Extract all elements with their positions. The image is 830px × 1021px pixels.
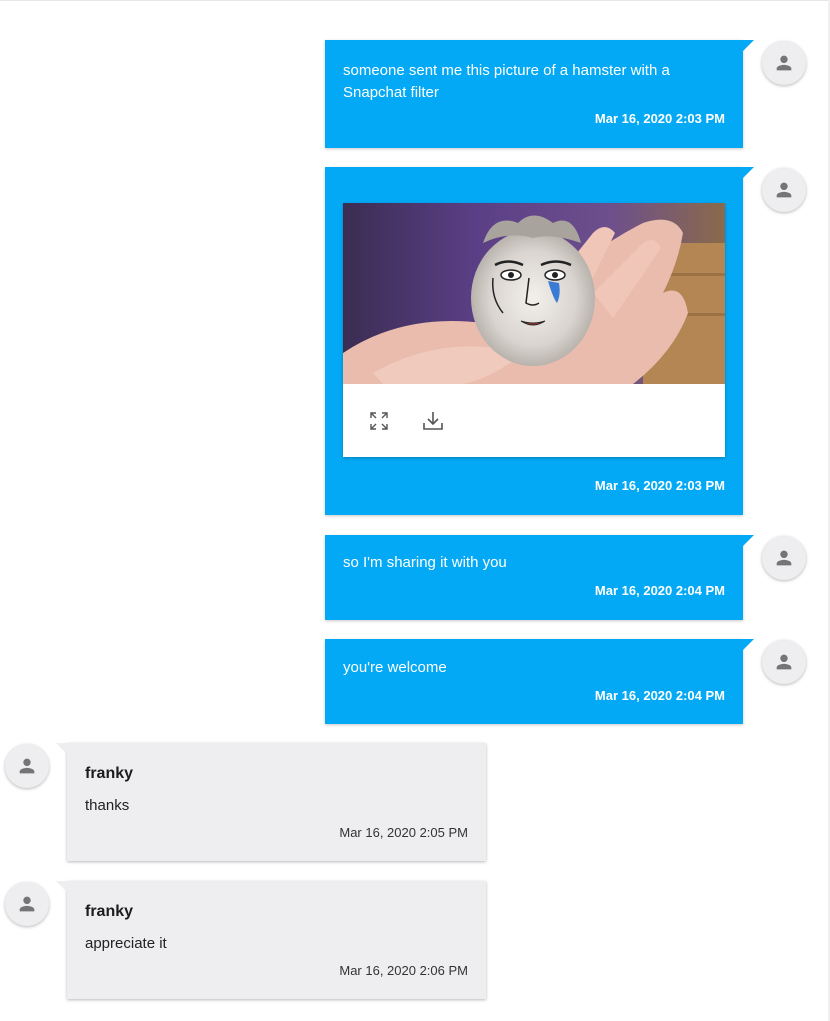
outgoing-message[interactable]: so I'm sharing it with you Mar 16, 2020 …	[325, 535, 754, 620]
attachment-actions	[343, 384, 725, 457]
avatar[interactable]	[762, 536, 806, 580]
avatar[interactable]	[5, 744, 49, 788]
fullscreen-icon	[370, 411, 388, 430]
fullscreen-button[interactable]	[357, 399, 401, 443]
message-timestamp: Mar 16, 2020 2:05 PM	[339, 825, 468, 840]
download-button[interactable]	[411, 399, 455, 443]
person-icon	[19, 896, 35, 912]
message-timestamp: Mar 16, 2020 2:06 PM	[339, 963, 468, 978]
sender-name: franky	[85, 903, 134, 920]
person-icon	[776, 55, 792, 71]
top-divider	[0, 0, 830, 1]
image-attachment-card[interactable]	[343, 203, 725, 457]
sender-name: franky	[85, 765, 134, 782]
outgoing-message[interactable]: someone sent me this picture of a hamste…	[325, 40, 754, 148]
chat-thread: someone sent me this picture of a hamste…	[0, 0, 830, 1021]
message-text: appreciate it	[85, 935, 167, 952]
incoming-message[interactable]: franky appreciate it Mar 16, 2020 2:06 P…	[56, 881, 486, 999]
outgoing-message[interactable]: Mar 16, 2020 2:03 PM	[325, 167, 754, 515]
avatar[interactable]	[762, 41, 806, 85]
download-icon	[423, 411, 443, 430]
message-timestamp: Mar 16, 2020 2:04 PM	[594, 583, 725, 598]
avatar[interactable]	[762, 640, 806, 684]
person-icon	[776, 550, 792, 566]
message-text: so I'm sharing it with you	[343, 554, 507, 571]
person-icon	[19, 758, 35, 774]
message-timestamp: Mar 16, 2020 2:03 PM	[594, 478, 725, 493]
message-text: you're welcome	[343, 659, 447, 676]
message-text: thanks	[85, 797, 130, 814]
message-text: someone sent me this picture of a hamste…	[343, 62, 670, 101]
attachment-image[interactable]	[343, 203, 725, 384]
outgoing-message[interactable]: you're welcome Mar 16, 2020 2:04 PM	[325, 639, 754, 724]
avatar[interactable]	[5, 882, 49, 926]
message-timestamp: Mar 16, 2020 2:04 PM	[594, 688, 725, 703]
incoming-message[interactable]: franky thanks Mar 16, 2020 2:05 PM	[56, 743, 486, 861]
person-icon	[776, 654, 792, 670]
avatar[interactable]	[762, 168, 806, 212]
message-timestamp: Mar 16, 2020 2:03 PM	[594, 111, 725, 126]
person-icon	[776, 182, 792, 198]
